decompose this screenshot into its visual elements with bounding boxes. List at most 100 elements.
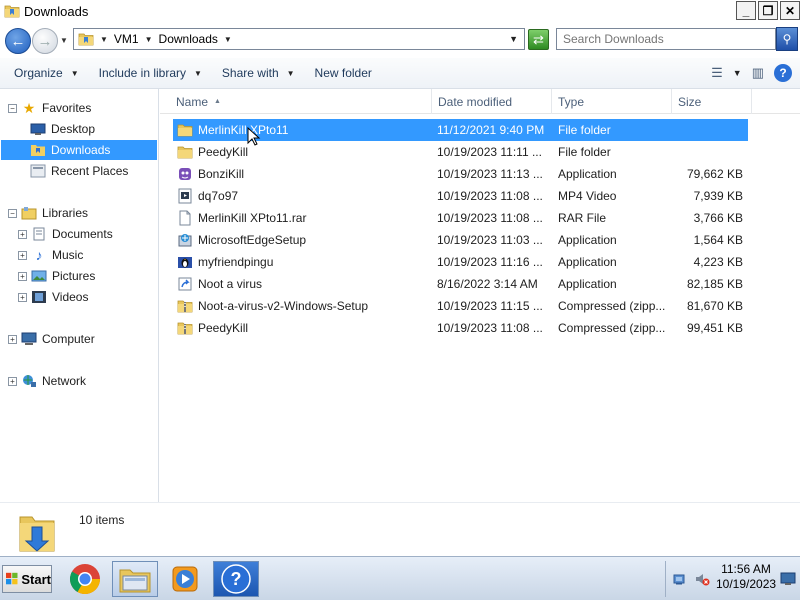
share-with-button[interactable]: Share with ▼	[222, 66, 295, 80]
new-folder-button[interactable]: New folder	[315, 66, 372, 80]
nav-libraries[interactable]: − Libraries	[8, 203, 88, 223]
file-name-cell[interactable]: MicrosoftEdgeSetup	[177, 229, 425, 251]
breadcrumb-separator-icon[interactable]: ▼	[100, 35, 108, 44]
music-icon: ♪	[35, 247, 43, 263]
include-in-library-label: Include in library	[98, 66, 186, 80]
arrow-left-icon: ←	[10, 32, 26, 50]
file-name-cell[interactable]: BonziKill	[177, 163, 425, 185]
breadcrumb-separator-icon[interactable]: ▼	[145, 35, 153, 44]
recent-places-icon	[30, 164, 46, 178]
taskbar-chrome[interactable]	[62, 561, 108, 597]
nav-recent-places[interactable]: Recent Places	[30, 161, 128, 181]
refresh-button[interactable]: ⇄	[528, 29, 549, 50]
file-row[interactable]: MicrosoftEdgeSetup 10/19/2023 11:03 ... Ap…	[173, 229, 748, 251]
nav-documents[interactable]: + Documents	[18, 224, 113, 244]
file-name-cell[interactable]: MerlinKill XPto11.rar	[177, 207, 425, 229]
downloads-folder-icon	[19, 516, 55, 552]
file-name: dq7o97	[198, 189, 239, 203]
file-row[interactable]: dq7o97 10/19/2023 11:08 ... MP4 Video 7,939…	[173, 185, 748, 207]
breadcrumb-downloads[interactable]: Downloads	[159, 32, 218, 46]
expand-icon[interactable]: +	[8, 334, 17, 344]
file-row[interactable]: MerlinKill XPto11.rar 10/19/2023 11:08 ..…	[173, 207, 748, 229]
show-desktop-icon[interactable]	[780, 571, 796, 587]
volume-muted-icon[interactable]	[694, 571, 710, 587]
file-type: Application	[558, 277, 617, 291]
expand-icon[interactable]: +	[8, 376, 17, 386]
details-pane: 10 items	[0, 502, 800, 554]
taskbar-media-player[interactable]	[162, 561, 208, 597]
address-bar[interactable]: ▼ VM1 ▼ Downloads ▼ ▼	[73, 28, 525, 50]
file-name-cell[interactable]: Noot a virus	[177, 273, 425, 295]
breadcrumb-separator-icon[interactable]: ▼	[224, 35, 232, 44]
taskbar-help[interactable]: ?	[213, 561, 259, 597]
file-name-cell[interactable]: PeedyKill	[177, 317, 425, 339]
nav-network-label: Network	[42, 374, 87, 388]
help-button[interactable]: ?	[774, 64, 792, 82]
nav-videos[interactable]: + Videos	[18, 287, 88, 307]
file-name: MerlinKill XPto11	[198, 123, 289, 137]
column-type-label: Type	[558, 94, 585, 109]
file-name-cell[interactable]: Noot-a-virus-v2-Windows-Setup	[177, 295, 425, 317]
column-type[interactable]: Type	[552, 89, 672, 114]
expand-icon[interactable]: +	[18, 250, 27, 260]
file-name: myfriendpingu	[198, 255, 274, 269]
command-bar: Organize ▼ Include in library ▼ Share with…	[0, 58, 800, 89]
organize-button[interactable]: Organize ▼	[14, 66, 79, 80]
column-name[interactable]: Name ▲	[170, 89, 432, 114]
file-row[interactable]: Noot-a-virus-v2-Windows-Setup 10/19/2023 …	[173, 295, 748, 317]
preview-pane-icon[interactable]: ▥	[752, 65, 764, 81]
file-name-cell[interactable]: MerlinKill XPto11	[177, 119, 425, 141]
recent-pages-dropdown[interactable]: ▼	[60, 36, 68, 45]
nav-pictures[interactable]: + Pictures	[18, 266, 95, 286]
start-button[interactable]: Start	[2, 565, 52, 593]
search-button[interactable]: ⚲	[776, 27, 798, 51]
file-date: 10/19/2023 11:16 ...	[437, 255, 543, 269]
breadcrumb-vm1[interactable]: VM1	[114, 32, 139, 46]
file-row[interactable]: BonziKill 10/19/2023 11:13 ... Application…	[173, 163, 748, 185]
nav-downloads[interactable]: Downloads	[1, 140, 157, 160]
file-date: 10/19/2023 11:13 ...	[437, 167, 543, 181]
column-name-label: Name	[176, 94, 209, 109]
back-button[interactable]: ←	[5, 28, 31, 54]
penguin-app-icon	[178, 257, 192, 268]
documents-icon	[33, 227, 45, 241]
change-view-icon[interactable]: ☰	[711, 65, 723, 81]
nav-recent-places-label: Recent Places	[51, 164, 129, 178]
file-size: 4,223 KB	[693, 255, 743, 269]
nav-favorites[interactable]: − ★ Favorites	[8, 98, 91, 118]
file-row[interactable]: myfriendpingu 10/19/2023 11:16 ... Applica…	[173, 251, 748, 273]
expand-icon[interactable]: +	[18, 292, 27, 302]
restore-button[interactable]: ❐	[758, 1, 778, 20]
column-size-label: Size	[678, 94, 702, 109]
file-name-cell[interactable]: dq7o97	[177, 185, 425, 207]
search-input[interactable]	[557, 29, 775, 49]
file-name-cell[interactable]: PeedyKill	[177, 141, 425, 163]
expand-icon[interactable]: +	[18, 229, 27, 239]
file-name-cell[interactable]: myfriendpingu	[177, 251, 425, 273]
taskbar-explorer[interactable]	[112, 561, 158, 597]
column-size[interactable]: Size	[672, 89, 752, 114]
collapse-icon[interactable]: −	[8, 208, 17, 218]
file-row[interactable]: Noot a virus 8/16/2022 3:14 AM Application…	[173, 273, 748, 295]
nav-desktop[interactable]: Desktop	[30, 119, 95, 139]
close-button[interactable]: ✕	[780, 1, 800, 20]
file-size: 3,766 KB	[693, 211, 743, 225]
forward-button[interactable]: →	[32, 28, 58, 54]
column-date-modified[interactable]: Date modified	[432, 89, 552, 114]
address-dropdown-icon[interactable]: ▼	[509, 34, 518, 44]
network-status-icon[interactable]	[672, 571, 688, 587]
view-options-dropdown[interactable]: ▼	[733, 68, 742, 78]
minimize-button[interactable]: _	[736, 1, 756, 20]
taskbar-clock[interactable]: 11:56 AM 10/19/2023	[716, 562, 776, 592]
nav-music[interactable]: + ♪ Music	[18, 245, 83, 265]
nav-computer[interactable]: + Computer	[8, 329, 95, 349]
collapse-icon[interactable]: −	[8, 103, 17, 113]
expand-icon[interactable]: +	[18, 271, 27, 281]
file-size: 7,939 KB	[693, 189, 743, 203]
search-box[interactable]	[556, 28, 776, 50]
nav-network[interactable]: + Network	[8, 371, 86, 391]
file-row[interactable]: PeedyKill 10/19/2023 11:08 ... Compressed …	[173, 317, 748, 339]
search-icon: ⚲	[782, 32, 792, 46]
include-in-library-button[interactable]: Include in library ▼	[99, 66, 202, 80]
nav-documents-label: Documents	[52, 227, 113, 241]
